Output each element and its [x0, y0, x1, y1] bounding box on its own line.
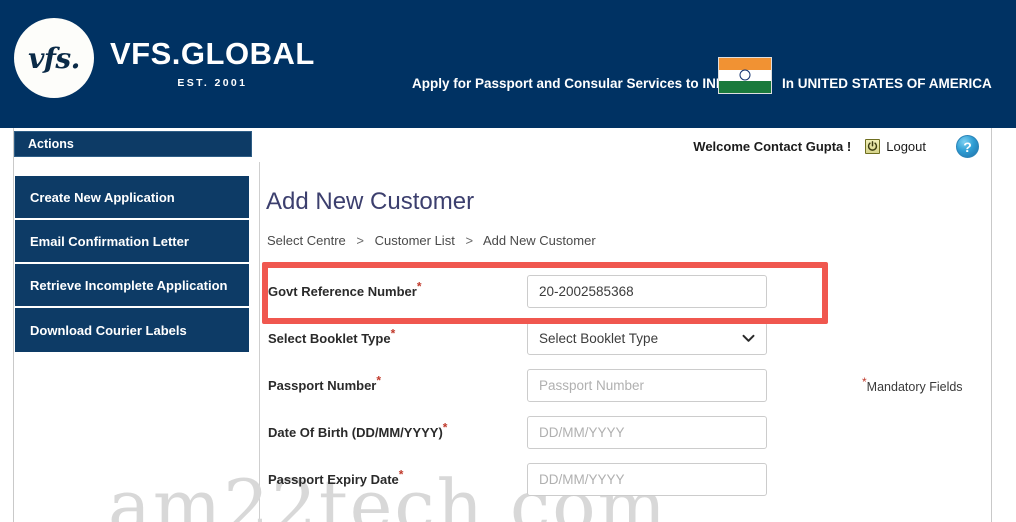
india-flag-icon	[718, 57, 772, 94]
brand-name: VFS.GLOBAL	[110, 36, 315, 71]
sidebar-item-label: Download Courier Labels	[30, 322, 187, 338]
sidebar-item-label: Create New Application	[30, 189, 175, 205]
field-label-passport-number: Passport Number*	[259, 375, 527, 393]
page-body: Actions Create New Application Email Con…	[0, 128, 1016, 522]
breadcrumb-item-add-new-customer: Add New Customer	[482, 233, 596, 248]
chevron-down-icon	[742, 330, 755, 348]
logout-link[interactable]: Logout	[886, 139, 926, 154]
header-tagline: Apply for Passport and Consular Services…	[412, 76, 740, 91]
field-label-select-booklet-type: Select Booklet Type*	[259, 328, 527, 346]
sidebar: Actions Create New Application Email Con…	[14, 131, 252, 353]
required-asterisk: *	[398, 467, 404, 482]
form-row-date-of-birth: Date Of Birth (DD/MM/YYYY)*	[259, 409, 834, 456]
field-label-text: Passport Expiry Date	[268, 472, 399, 487]
vfs-global-application-page: vfs. VFS.GLOBAL EST. 2001 Apply for Pass…	[0, 0, 1016, 522]
sidebar-item-retrieve-incomplete-application[interactable]: Retrieve Incomplete Application	[15, 264, 249, 308]
field-label-text: Select Booklet Type	[268, 331, 391, 346]
welcome-message: Welcome Contact Gupta !	[693, 139, 852, 154]
sidebar-item-create-new-application[interactable]: Create New Application	[15, 176, 249, 220]
help-icon[interactable]: ?	[956, 135, 979, 158]
vfs-logo-badge: vfs.	[14, 18, 94, 98]
page-title: Add New Customer	[266, 188, 475, 215]
frame-border-right	[991, 128, 992, 522]
user-status-bar: Welcome Contact Gupta ! Logout ?	[259, 131, 991, 162]
breadcrumb-item-customer-list[interactable]: Customer List	[375, 233, 455, 248]
sidebar-item-email-confirmation-letter[interactable]: Email Confirmation Letter	[15, 220, 249, 264]
form-row-passport-number: Passport Number*	[259, 362, 834, 409]
brand-block: VFS.GLOBAL EST. 2001	[110, 38, 315, 89]
field-label-govt-reference-number: Govt Reference Number*	[259, 281, 527, 299]
field-label-passport-expiry-date: Passport Expiry Date*	[259, 469, 527, 487]
required-asterisk: *	[442, 420, 448, 435]
vfs-logo-mark: vfs.	[28, 42, 80, 75]
sidebar-panel-title-label: Actions	[28, 137, 74, 151]
sidebar-item-label: Email Confirmation Letter	[30, 233, 189, 249]
header-country: In UNITED STATES OF AMERICA	[782, 76, 992, 91]
passport-expiry-date-input[interactable]	[527, 463, 767, 496]
mandatory-fields-note: *Mandatory Fields	[862, 376, 963, 394]
breadcrumb-item-select-centre[interactable]: Select Centre	[267, 233, 346, 248]
mandatory-fields-label: Mandatory Fields	[866, 380, 963, 394]
field-label-date-of-birth: Date Of Birth (DD/MM/YYYY)*	[259, 422, 527, 440]
form-row-passport-expiry-date: Passport Expiry Date*	[259, 456, 834, 503]
sidebar-menu: Create New Application Email Confirmatio…	[14, 175, 250, 353]
date-of-birth-input[interactable]	[527, 416, 767, 449]
flag-band-white	[719, 69, 771, 82]
sidebar-item-download-courier-labels[interactable]: Download Courier Labels	[15, 308, 249, 352]
ashoka-chakra-icon	[739, 69, 751, 81]
field-label-text: Passport Number	[268, 378, 377, 393]
brand-established: EST. 2001	[177, 77, 248, 89]
booklet-type-select[interactable]: Select Booklet Type	[527, 322, 767, 355]
sidebar-panel-title: Actions	[14, 131, 252, 157]
booklet-type-selected-value: Select Booklet Type	[539, 331, 659, 346]
passport-number-input[interactable]	[527, 369, 767, 402]
govt-reference-number-input[interactable]	[527, 275, 767, 308]
required-asterisk: *	[416, 279, 422, 294]
breadcrumb-separator: >	[465, 233, 474, 248]
site-header: vfs. VFS.GLOBAL EST. 2001 Apply for Pass…	[0, 0, 1016, 128]
add-customer-form: Govt Reference Number* Select Booklet Ty…	[259, 268, 834, 503]
form-row-select-booklet-type: Select Booklet Type* Select Booklet Type	[259, 315, 834, 362]
breadcrumb: Select Centre > Customer List > Add New …	[267, 233, 596, 248]
required-asterisk: *	[376, 373, 382, 388]
breadcrumb-separator: >	[356, 233, 364, 248]
sidebar-item-label: Retrieve Incomplete Application	[30, 277, 228, 293]
required-asterisk: *	[390, 326, 396, 341]
flag-band-saffron	[719, 58, 771, 70]
power-icon[interactable]	[865, 139, 881, 154]
form-row-govt-reference-number: Govt Reference Number*	[259, 268, 834, 315]
field-label-text: Govt Reference Number	[268, 284, 417, 299]
flag-band-green	[719, 81, 771, 93]
field-label-text: Date Of Birth (DD/MM/YYYY)	[268, 425, 443, 440]
